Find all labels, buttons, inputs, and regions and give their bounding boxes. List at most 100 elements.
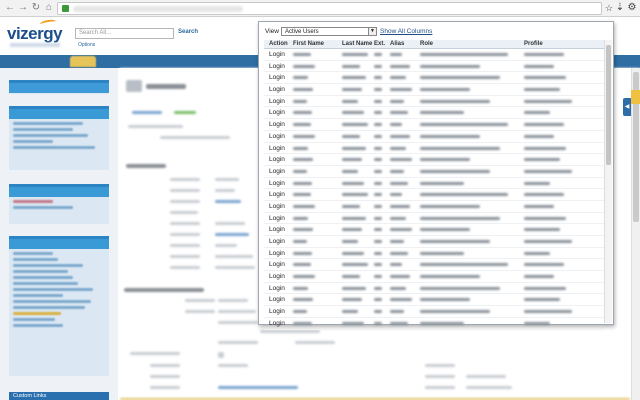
field-value[interactable] <box>218 386 298 389</box>
login-link[interactable]: Login <box>269 109 285 116</box>
forward-icon[interactable]: → <box>17 2 29 14</box>
sidebar-select[interactable] <box>9 83 109 93</box>
login-link[interactable]: Login <box>269 238 285 245</box>
sidebar-link[interactable] <box>13 312 61 315</box>
sidebar-select-panel[interactable] <box>9 80 109 94</box>
column-header[interactable]: Action <box>269 41 288 47</box>
login-link[interactable]: Login <box>269 51 285 58</box>
sidebar-link[interactable] <box>13 294 63 297</box>
sidebar-link[interactable] <box>13 324 63 327</box>
popup-scrollbar-thumb[interactable] <box>606 45 611 165</box>
tab-home[interactable] <box>8 56 34 67</box>
table-cell <box>374 146 382 150</box>
login-link[interactable]: Login <box>269 156 285 163</box>
sidebar-link[interactable] <box>13 318 55 321</box>
column-header[interactable]: Profile <box>524 41 543 47</box>
wrench-icon[interactable]: ⚙ <box>627 3 637 13</box>
column-header[interactable]: Last Name <box>342 41 372 47</box>
login-link[interactable]: Login <box>269 63 285 70</box>
address-bar[interactable] <box>57 2 602 15</box>
collapse-tab[interactable]: ◀ <box>623 98 631 116</box>
table-cell <box>420 286 500 290</box>
back-icon[interactable]: ← <box>4 2 16 14</box>
sidebar-link[interactable] <box>13 270 68 273</box>
sidebar-link[interactable] <box>13 128 73 131</box>
home-icon[interactable]: ⌂ <box>43 2 55 14</box>
search-input[interactable]: Search All... <box>75 28 174 39</box>
login-link[interactable]: Login <box>269 273 285 280</box>
column-header[interactable]: Role <box>420 41 433 47</box>
table-cell <box>390 286 406 290</box>
popup-scrollbar[interactable] <box>604 40 612 323</box>
login-link[interactable]: Login <box>269 261 285 268</box>
column-header[interactable]: Ext. <box>374 41 385 47</box>
login-link[interactable]: Login <box>269 98 285 105</box>
edit-icon[interactable] <box>218 352 224 358</box>
table-cell <box>374 123 382 127</box>
record-title <box>146 84 186 89</box>
table-cell <box>293 216 308 220</box>
login-link[interactable]: Login <box>269 168 285 175</box>
field-value[interactable] <box>215 233 249 236</box>
sidebar-link[interactable] <box>13 276 73 279</box>
search-options-link[interactable]: Options <box>78 42 95 48</box>
show-all-columns-link[interactable]: Show All Columns <box>380 28 432 35</box>
sidebar-link[interactable] <box>13 146 95 149</box>
sidebar-link[interactable] <box>13 122 83 125</box>
field-value[interactable] <box>215 200 241 203</box>
download-icon[interactable]: ⇣ <box>615 3 625 13</box>
search-button[interactable]: Search <box>178 29 198 35</box>
login-link[interactable]: Login <box>269 226 285 233</box>
toolbar-link[interactable] <box>174 111 196 114</box>
table-cell <box>524 134 554 138</box>
field-label <box>170 200 200 203</box>
page-scrollbar[interactable] <box>631 68 640 400</box>
sidebar-link[interactable] <box>13 206 73 209</box>
table-cell <box>374 310 382 314</box>
sidebar-link[interactable] <box>13 264 83 267</box>
login-link[interactable]: Login <box>269 133 285 140</box>
table-row: Login <box>264 107 604 120</box>
sidebar-link[interactable] <box>13 252 53 255</box>
login-link[interactable]: Login <box>269 250 285 257</box>
tab-chatter[interactable] <box>38 56 66 67</box>
login-link[interactable]: Login <box>269 296 285 303</box>
login-link[interactable]: Login <box>269 285 285 292</box>
reload-icon[interactable]: ↻ <box>30 2 42 14</box>
login-link[interactable]: Login <box>269 86 285 93</box>
login-link[interactable]: Login <box>269 74 285 81</box>
login-link[interactable]: Login <box>269 215 285 222</box>
tab-solutions[interactable] <box>150 56 184 67</box>
sidebar-link[interactable] <box>13 200 53 203</box>
login-link[interactable]: Login <box>269 180 285 187</box>
tab-active[interactable] <box>70 56 96 67</box>
field-label <box>170 233 200 236</box>
star-icon[interactable]: ☆ <box>604 3 614 13</box>
sidebar-link[interactable] <box>13 140 53 143</box>
login-link[interactable]: Login <box>269 203 285 210</box>
sidebar-link[interactable] <box>13 134 88 137</box>
login-link[interactable]: Login <box>269 145 285 152</box>
login-link[interactable]: Login <box>269 320 285 327</box>
column-header[interactable]: Alias <box>390 41 404 47</box>
column-header[interactable]: First Name <box>293 41 324 47</box>
table-cell <box>342 263 368 267</box>
dropdown-arrow-icon[interactable]: ▼ <box>368 28 376 35</box>
tab-more[interactable] <box>222 56 256 67</box>
login-link[interactable]: Login <box>269 308 285 315</box>
table-cell <box>524 286 566 290</box>
sidebar-link[interactable] <box>13 300 91 303</box>
sidebar-link[interactable] <box>13 258 58 261</box>
toolbar-link[interactable] <box>132 111 162 114</box>
sidebar-link[interactable] <box>13 288 93 291</box>
breadcrumb <box>128 125 183 128</box>
view-select[interactable]: Active Users ▼ <box>281 27 377 36</box>
sidebar-link[interactable] <box>13 306 85 309</box>
login-link[interactable]: Login <box>269 121 285 128</box>
tab-reports[interactable] <box>188 56 218 67</box>
login-link[interactable]: Login <box>269 191 285 198</box>
sidebar-link[interactable] <box>13 282 78 285</box>
side-widget[interactable] <box>631 90 640 104</box>
table-cell <box>342 275 360 279</box>
tab-assignments[interactable] <box>100 56 146 67</box>
